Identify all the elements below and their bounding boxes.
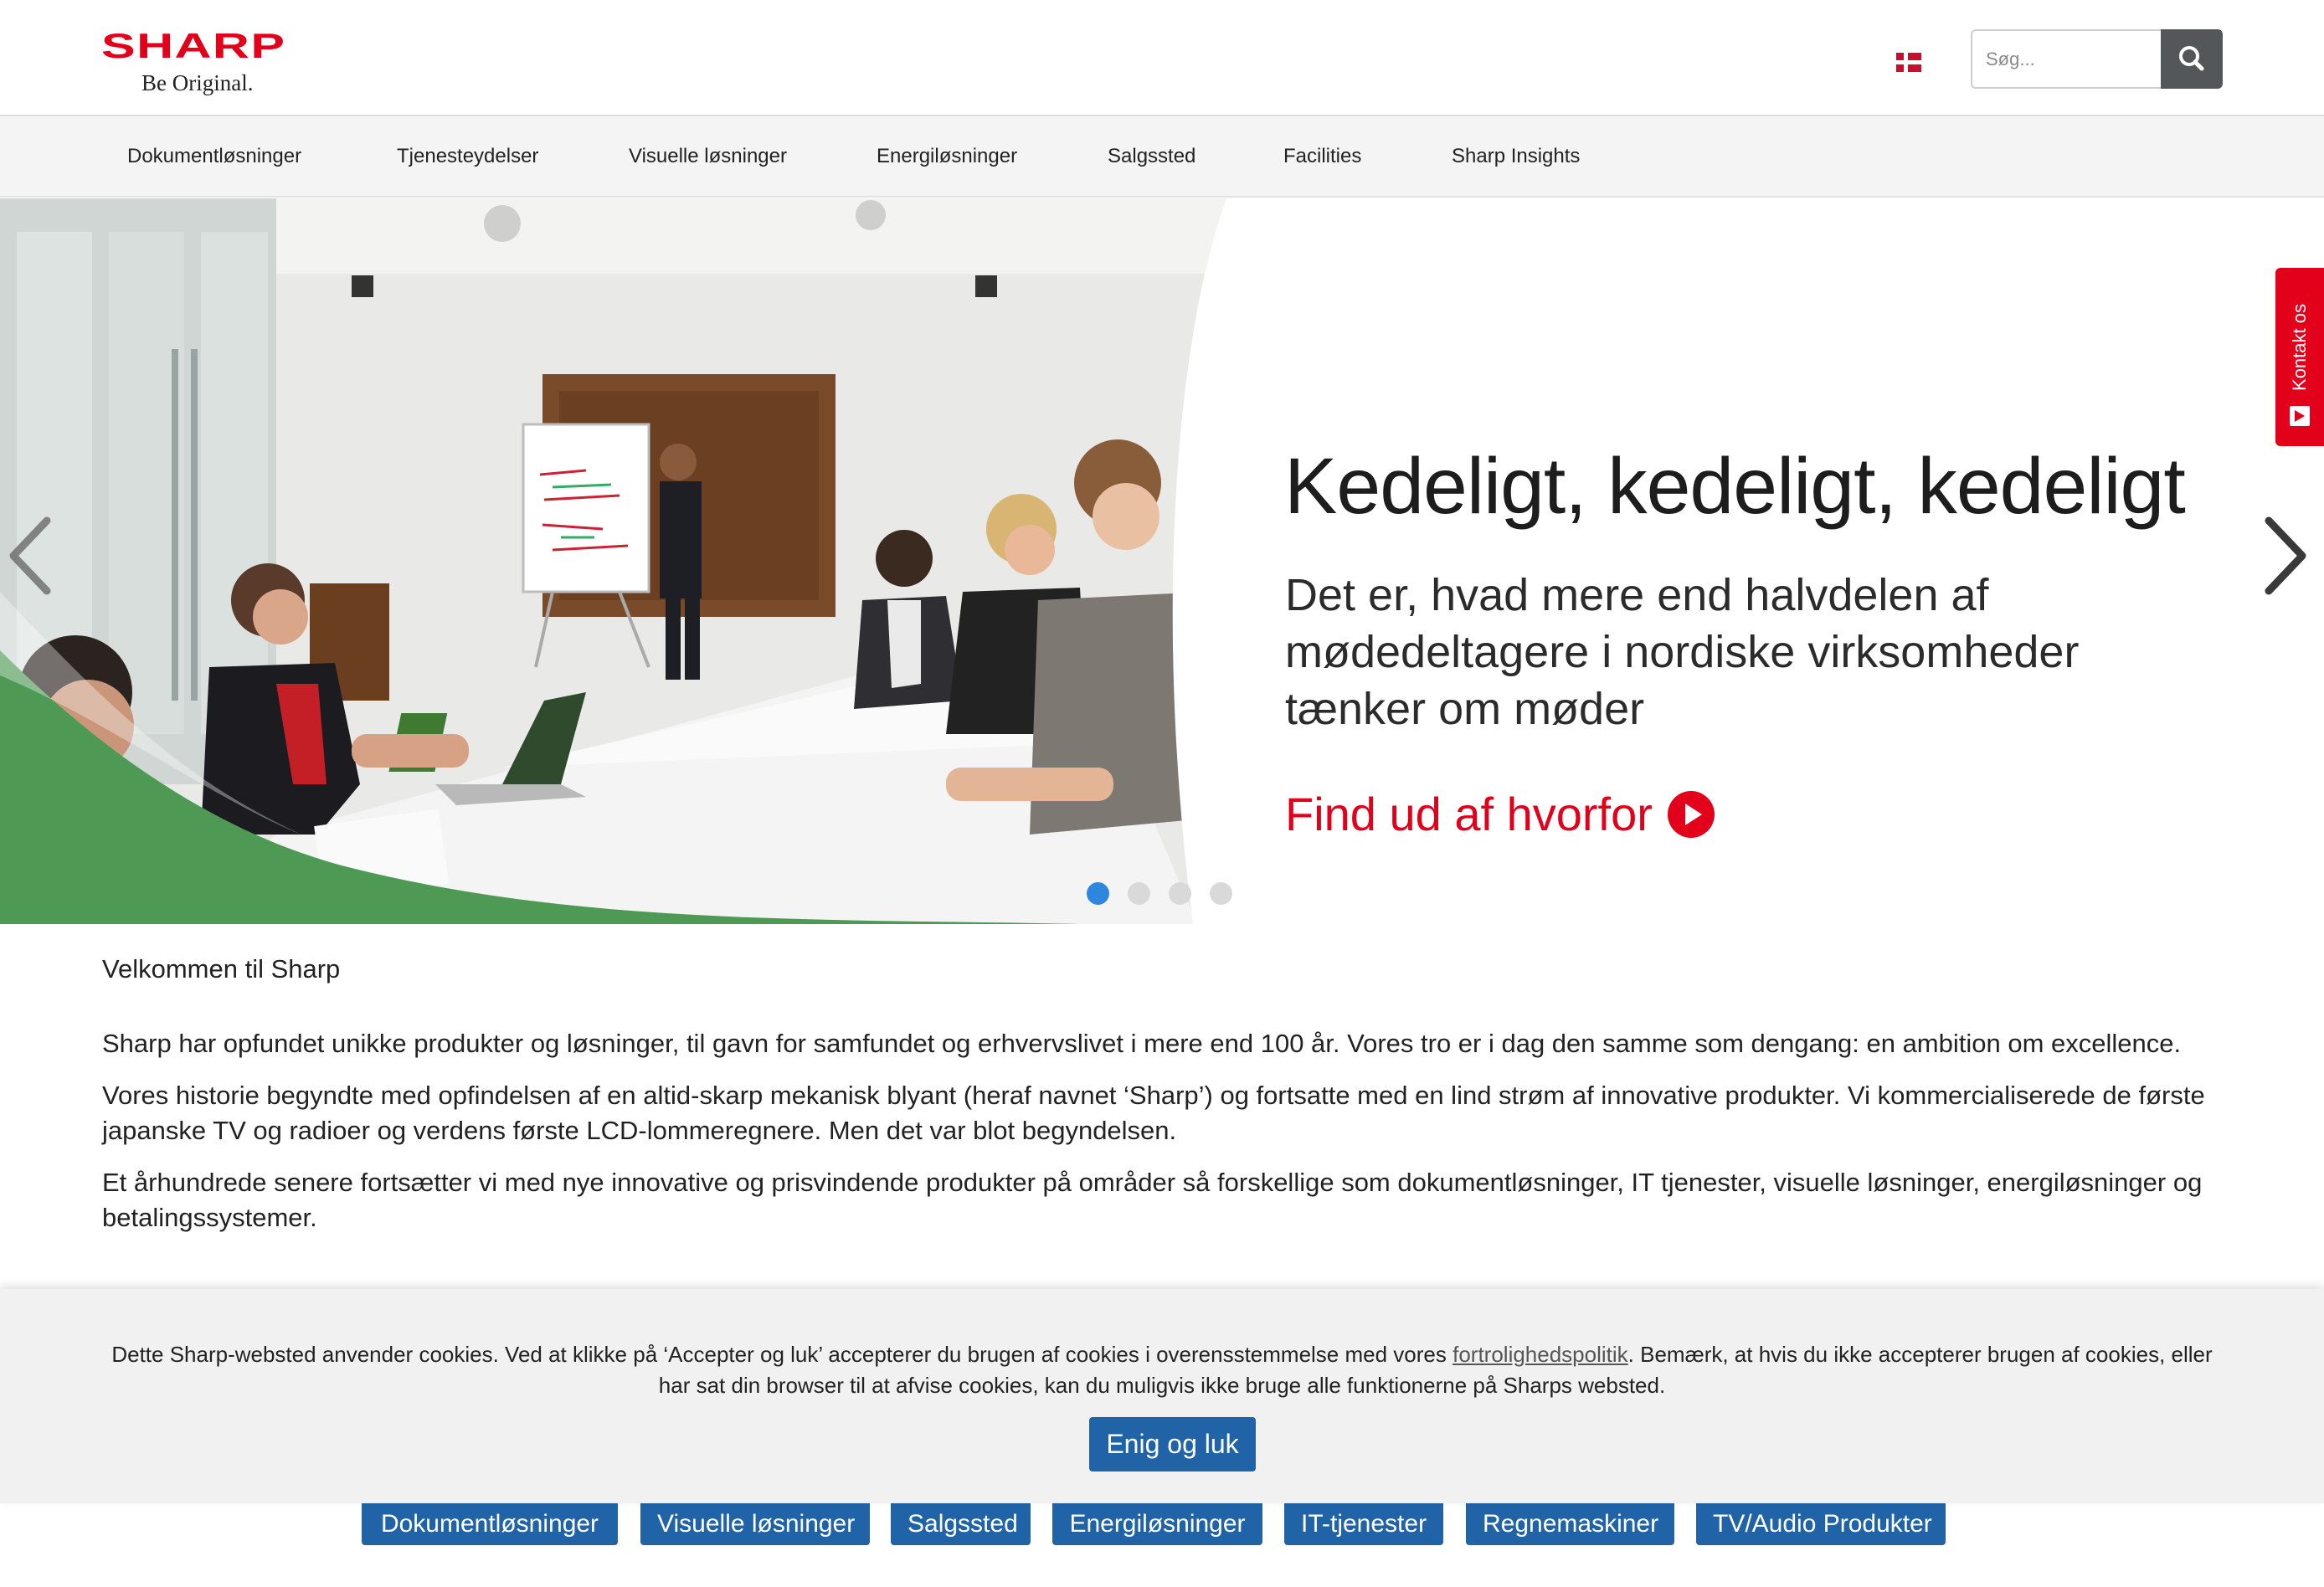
site-header: SHARP Be Original. (0, 0, 2324, 116)
carousel-next-arrow[interactable] (2260, 514, 2311, 598)
category-it-tjenester-button[interactable]: IT-tjenester (1284, 1497, 1443, 1545)
nav-item-visuelle-losninger[interactable]: Visuelle løsninger (629, 145, 787, 168)
search-input[interactable] (1971, 29, 2162, 89)
nav-item-dokumentlosninger[interactable]: Dokumentløsninger (127, 145, 301, 168)
category-visuelle-losninger-button[interactable]: Visuelle løsninger (640, 1497, 870, 1545)
contact-side-tab[interactable]: Kontakt os (2275, 268, 2324, 446)
category-dokumentlosninger-button[interactable]: Dokumentløsninger (362, 1497, 618, 1545)
nav-item-tjenesteydelser[interactable]: Tjenesteydelser (397, 145, 538, 168)
privacy-policy-link[interactable]: fortrolighedspolitik (1452, 1342, 1628, 1367)
welcome-heading: Velkommen til Sharp (102, 954, 341, 984)
logo-wordmark: SHARP (101, 26, 286, 65)
category-salgssted-button[interactable]: Salgssted (891, 1497, 1031, 1545)
main-nav: Dokumentløsninger Tjenesteydelser Visuel… (0, 116, 2324, 198)
carousel-dot-1[interactable] (1087, 882, 1109, 905)
carousel-dot-2[interactable] (1128, 882, 1150, 905)
intro-paragraph-1: Sharp har opfundet unikke produkter og l… (102, 1029, 2182, 1058)
category-regnemaskiner-button[interactable]: Regnemaskiner (1466, 1497, 1674, 1545)
cookie-text-before: Dette Sharp-websted anvender cookies. Ve… (111, 1342, 1453, 1367)
carousel-dot-4[interactable] (1210, 882, 1232, 905)
intro-paragraph-3: Et århundrede senere fortsætter vi med n… (102, 1168, 2203, 1232)
hero-photo-meeting-room (0, 198, 1226, 924)
contact-arrow-icon (2290, 406, 2310, 426)
nav-item-salgssted[interactable]: Salgssted (1108, 145, 1195, 168)
cookie-text: Dette Sharp-websted anvender cookies. Ve… (100, 1339, 2224, 1401)
intro-paragraph-2: Vores historie begyndte med opfindelsen … (102, 1081, 2205, 1145)
nav-item-facilities[interactable]: Facilities (1283, 145, 1361, 168)
carousel-prev-arrow[interactable] (5, 514, 55, 598)
hero-title: Kedeligt, kedeligt, kedeligt (1284, 442, 2186, 531)
hero-cta-label: Find ud af hvorfor (1285, 788, 1653, 840)
category-tv-audio-button[interactable]: TV/Audio Produkter (1696, 1497, 1946, 1545)
carousel-dots (1087, 882, 1232, 905)
denmark-flag-icon[interactable] (1896, 53, 1921, 72)
hero-cta-link[interactable]: Find ud af hvorfor (1285, 787, 1715, 841)
hero-subtitle: Det er, hvad mere end halvdelen af møded… (1285, 570, 2080, 734)
search-icon (2179, 46, 2204, 71)
nav-item-sharp-insights[interactable]: Sharp Insights (1452, 145, 1580, 168)
accept-cookies-button[interactable]: Enig og luk (1089, 1417, 1256, 1471)
main-content: Velkommen til Sharp Sharp har opfundet u… (102, 954, 2245, 1252)
nav-item-energilosninger[interactable]: Energiløsninger (877, 145, 1017, 168)
cookie-banner: Dette Sharp-websted anvender cookies. Ve… (0, 1289, 2324, 1503)
hero-carousel: Kedeligt, kedeligt, kedeligt Det er, hva… (0, 198, 2324, 924)
logo-tagline: Be Original. (141, 70, 254, 95)
carousel-dot-3[interactable] (1169, 882, 1191, 905)
play-icon (1667, 790, 1715, 838)
sharp-logo[interactable]: SHARP Be Original. (101, 28, 296, 96)
search-button[interactable] (2161, 29, 2223, 89)
category-buttons: Dokumentløsninger Visuelle løsninger Sal… (0, 1497, 2324, 1547)
category-energilosninger-button[interactable]: Energiløsninger (1052, 1497, 1262, 1545)
